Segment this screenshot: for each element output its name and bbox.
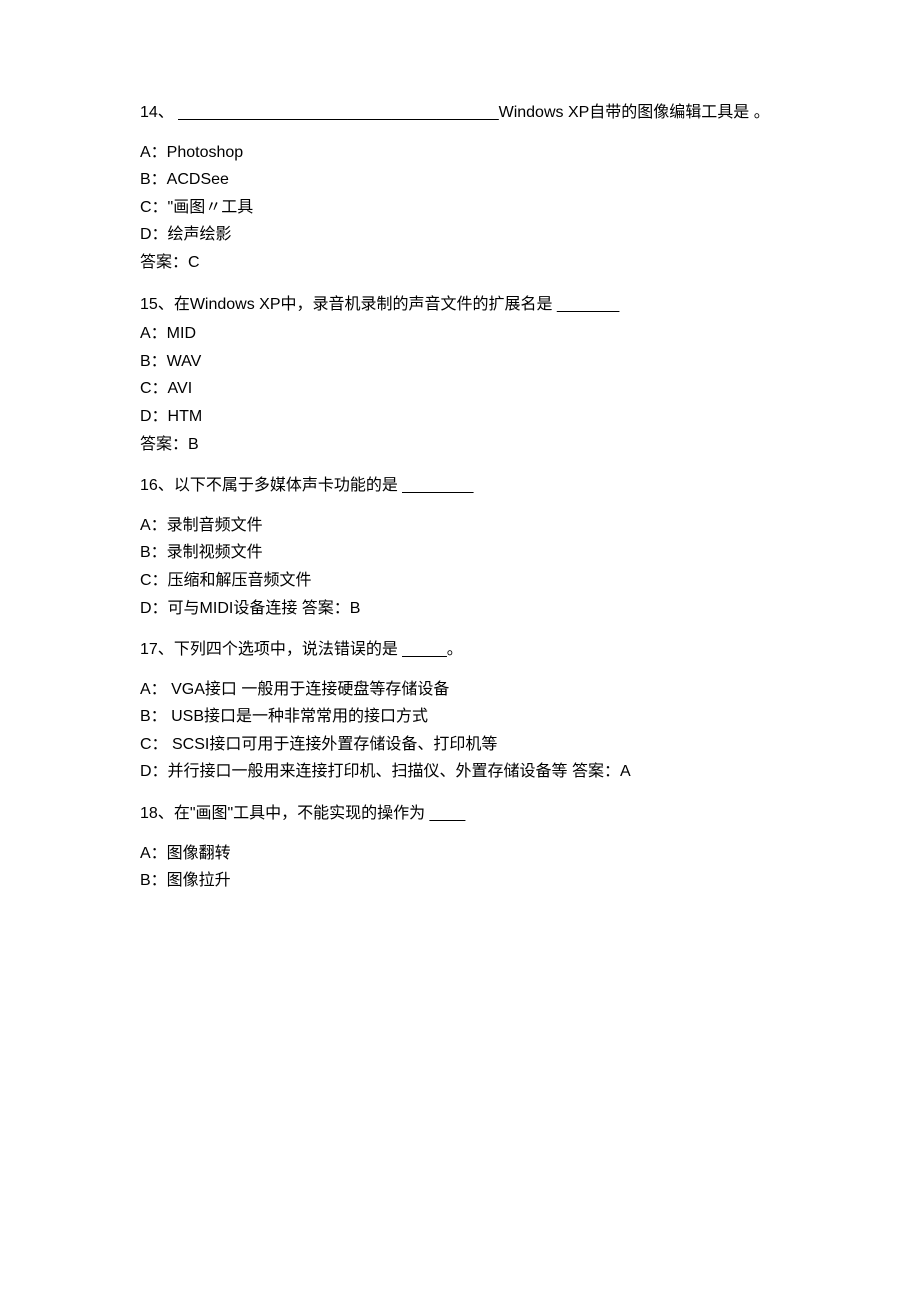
question-text: 在Windows XP中，录音机录制的声音文件的扩展名是 _______ <box>174 296 619 313</box>
option-b: B：ACDSee <box>140 167 800 193</box>
question-block-14: 14、 ____________________________________… <box>140 100 800 276</box>
option-d: D：并行接口一般用来连接打印机、扫描仪、外置存储设备等 答案：A <box>140 759 800 785</box>
question-number: 17、 <box>140 641 174 658</box>
answer-line: 答案：B <box>140 432 800 458</box>
question-text: 下列四个选项中，说法错误的是 _____。 <box>174 641 463 658</box>
question-block-16: 16、以下不属于多媒体声卡功能的是 ________ A：录制音频文件 B：录制… <box>140 473 800 621</box>
question-block-17: 17、下列四个选项中，说法错误的是 _____。 A： VGA接口 一般用于连接… <box>140 637 800 785</box>
question-header: 18、在"画图"工具中，不能实现的操作为 ____ <box>140 801 800 827</box>
question-header: 17、下列四个选项中，说法错误的是 _____。 <box>140 637 800 663</box>
option-c: C： SCSI接口可用于连接外置存储设备、打印机等 <box>140 732 800 758</box>
question-number: 14、 <box>140 104 174 121</box>
question-header: 14、 ____________________________________… <box>140 100 800 126</box>
question-number: 18、 <box>140 805 174 822</box>
question-header: 16、以下不属于多媒体声卡功能的是 ________ <box>140 473 800 499</box>
option-b: B：录制视频文件 <box>140 540 800 566</box>
option-c: C：压缩和解压音频文件 <box>140 568 800 594</box>
question-block-15: 15、在Windows XP中，录音机录制的声音文件的扩展名是 _______ … <box>140 292 800 458</box>
option-b: B：图像拉升 <box>140 868 800 894</box>
option-a: A：录制音频文件 <box>140 513 800 539</box>
option-d: D：可与MIDI设备连接 答案：B <box>140 596 800 622</box>
option-d: D：HTM <box>140 404 800 430</box>
option-b: B：WAV <box>140 349 800 375</box>
option-b: B： USB接口是一种非常常用的接口方式 <box>140 704 800 730</box>
question-text: 以下不属于多媒体声卡功能的是 ________ <box>174 477 474 494</box>
question-block-18: 18、在"画图"工具中，不能实现的操作为 ____ A：图像翻转 B：图像拉升 <box>140 801 800 894</box>
question-text: ____________________________________Wind… <box>174 104 770 121</box>
question-number: 16、 <box>140 477 174 494</box>
option-a: A：Photoshop <box>140 140 800 166</box>
option-d: D：绘声绘影 <box>140 222 800 248</box>
option-c: C："画图〃工具 <box>140 195 800 221</box>
question-number: 15、 <box>140 296 174 313</box>
answer-line: 答案：C <box>140 250 800 276</box>
option-a: A： VGA接口 一般用于连接硬盘等存储设备 <box>140 677 800 703</box>
option-a: A：图像翻转 <box>140 841 800 867</box>
option-c: C：AVI <box>140 376 800 402</box>
question-text: 在"画图"工具中，不能实现的操作为 ____ <box>174 805 465 822</box>
option-a: A：MID <box>140 321 800 347</box>
question-header: 15、在Windows XP中，录音机录制的声音文件的扩展名是 _______ <box>140 292 800 318</box>
document-page: 14、 ____________________________________… <box>0 0 920 970</box>
